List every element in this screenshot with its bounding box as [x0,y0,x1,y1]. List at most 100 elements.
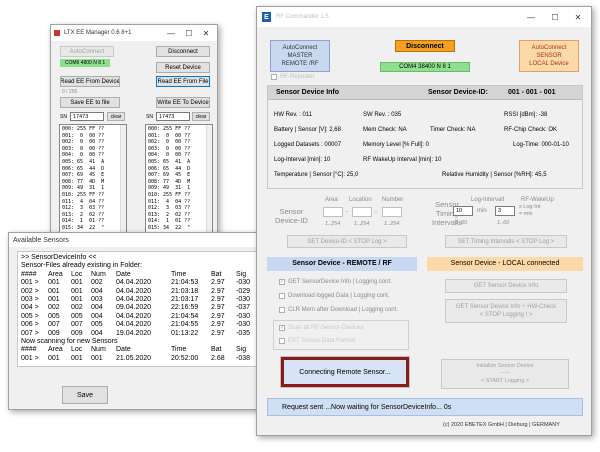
table-row: 004 > 002 002 004 09.04.2020 22:16:59 2.97 -037… [21,304,262,312]
write-ee-button[interactable]: Write EE To Device [156,97,210,108]
ee-list-item[interactable]: 013: 2 02 ?? [62,212,124,219]
checkbox-box[interactable] [279,338,285,344]
table-row: 001 > 001 001 002 04.04.2020 21:04:53 2.97 -030… [21,279,262,287]
ee-list-item[interactable]: 007: 69 45 E [148,172,210,179]
disconnect-button[interactable]: Disconnect [156,46,210,57]
rf-chip-check: RF-Chip Check: OK [504,127,558,133]
ext-sensor-checkbox[interactable]: EXT Sensor Data Format [279,338,355,344]
checkbox-box[interactable] [271,74,277,80]
area-input[interactable] [323,207,343,217]
scan-all-checkbox[interactable]: ✓ Scan all RF-Sensor-Devices [279,325,363,331]
btn-line: < STOP Logging ! > [479,312,533,318]
table-cell: 001 > [21,354,39,362]
ee-list-item[interactable]: 009: 49 31 1 [62,185,124,192]
ee-list-item[interactable]: 012: 3 03 ?? [62,205,124,212]
maximize-icon[interactable]: ☐ [181,25,197,41]
set-timing-button[interactable]: SET Timing Intervalls < STOP Log > [445,235,567,248]
ee-list-item[interactable]: 000: 255 FF ?? [148,126,210,133]
ee-list-item[interactable]: 010: 255 FF ?? [148,192,210,199]
autoconnect-master-button[interactable]: AutoConnect MASTER REMOTE /RF [270,40,330,72]
ee-list-item[interactable]: 011: 4 04 ?? [62,199,124,206]
get-info-local-button[interactable]: GET Sensor Device Info [445,279,567,293]
download-logged-checkbox[interactable]: Download logged Data | Logging cont. [279,293,390,299]
table-cell: 04.04.2020 [116,295,152,303]
checkbox-box[interactable] [279,293,285,299]
ee-list-item[interactable]: 013: 2 02 ?? [148,212,210,219]
ee-list-item[interactable]: 014: 1 01 ?? [62,218,124,225]
checkbox-box[interactable] [279,307,285,313]
ee-list-item[interactable]: 001: 0 00 ?? [62,133,124,140]
clear-left-button[interactable]: clear [107,112,125,121]
rf-repeater-checkbox[interactable]: RF-Repeater [271,74,315,80]
ee-list-item[interactable]: 004: 0 00 ?? [62,152,124,159]
sn-input-left[interactable]: 17473 [70,112,104,121]
ee-list-item[interactable]: 008: 77 4D M [148,179,210,186]
info-text: Sensor-Files already existing in Folder: [21,262,142,270]
checkbox-box[interactable]: ✓ [279,325,285,331]
close-icon[interactable]: ✕ [570,7,586,27]
location-input[interactable] [352,207,372,217]
reset-device-button[interactable]: Reset Device [156,62,210,73]
ee-list-item[interactable]: 009: 49 31 1 [148,185,210,192]
ee-list-item[interactable]: 005: 65 41 A [148,159,210,166]
ee-list-item[interactable]: 010: 255 FF ?? [62,192,124,199]
sensors-titlebar: Available Sensors [9,233,265,247]
table-cell: -035 [236,329,251,337]
clear-right-button[interactable]: clear [192,112,210,121]
table-cell: 21:04:55 [171,321,199,329]
save-ee-button[interactable]: Save EE to file [60,97,120,108]
table-cell: 2.97 [211,321,225,329]
rf-wakeup-input[interactable]: 3 [495,206,515,216]
get-info-remote-checkbox[interactable]: ✓ GET SensorDevice Info | Logging cont. [279,279,392,285]
ee-list-item[interactable]: 006: 65 44 D [62,166,124,173]
table-cell: 005 [48,312,60,320]
sn-label-left: SN [60,114,67,120]
table-cell: 2.97 [211,295,225,303]
autoconnect-sensor-button[interactable]: AutoConnect SENSOR LOCAL Device [519,40,579,72]
set-device-id-button[interactable]: SET Device-ID < STOP Log > [287,235,407,248]
get-info-hw-button[interactable]: GET Sensor Device Info + HW-Check < STOP… [445,299,567,323]
ee-list-item[interactable]: 012: 3 03 ?? [148,205,210,212]
disconnect-button[interactable]: Disconnect [395,40,455,52]
ee-list-item[interactable]: 001: 0 00 ?? [148,133,210,140]
close-icon[interactable]: ✕ [198,25,214,41]
maximize-icon[interactable]: ☐ [547,7,563,27]
ee-list-item[interactable]: 005: 65 41 A [62,159,124,166]
minimize-icon[interactable]: — [163,25,179,41]
clr-mem-checkbox[interactable]: CLR Mem after Download | Logging cont. [279,307,398,313]
ee-list-item[interactable]: 015: 34 22 " [62,225,124,232]
connecting-remote-button[interactable]: Connecting Remote Sensor... [280,356,410,388]
initialize-sensor-button[interactable]: Initialize Sensor Device ----- < START L… [441,359,569,389]
table-cell: 005 [91,321,103,329]
ee-list-item[interactable]: 015: 34 22 " [148,225,210,232]
sn-input-right[interactable]: 17473 [156,112,190,121]
minimize-icon[interactable]: — [523,7,539,27]
ee-list-item[interactable]: 000: 255 FF ?? [62,126,124,133]
ee-list-item[interactable]: 014: 1 01 ?? [148,218,210,225]
ee-list-item[interactable]: 006: 65 44 D [148,166,210,173]
table-cell: -030 [236,279,251,287]
ee-list-item[interactable]: 007: 69 45 E [62,172,124,179]
ee-list-item[interactable]: 003: 0 00 ?? [62,146,124,153]
table-cell: 002 [91,279,103,287]
app-icon [54,30,60,36]
number-input[interactable] [382,207,402,217]
ee-list-item[interactable]: 003: 0 00 ?? [148,146,210,153]
read-ee-device-button[interactable]: Read EE From Device [60,76,120,87]
read-ee-file-button[interactable]: Read EE From File [156,76,210,87]
scan-line: Now scanning for new Sensors [21,338,262,346]
table-cell: 001 [71,287,83,295]
autoconnect-button[interactable]: AutoConnect [60,46,114,57]
table-cell: Bat [211,270,222,278]
label-line: Sensor [279,207,304,216]
ee-list-item[interactable]: 002: 0 00 ?? [148,139,210,146]
table-cell: Date [116,270,131,278]
checkbox-box[interactable]: ✓ [279,279,285,285]
table-cell: Num [91,346,106,354]
ee-list-item[interactable]: 011: 4 04 ?? [148,199,210,206]
log-interval-input[interactable]: 10 [453,206,473,216]
save-button[interactable]: Save [62,386,108,404]
ee-list-item[interactable]: 002: 0 00 ?? [62,139,124,146]
ee-list-item[interactable]: 004: 0 00 ?? [148,152,210,159]
ee-list-item[interactable]: 008: 77 4D M [62,179,124,186]
